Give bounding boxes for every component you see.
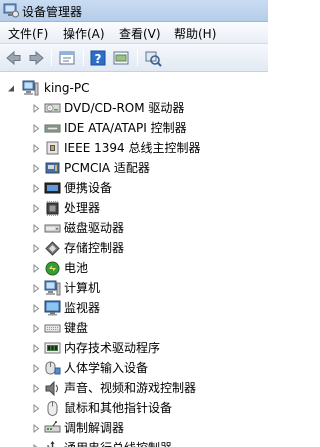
expand-arrow-icon[interactable] (32, 164, 40, 173)
tree-item-label: 电池 (64, 261, 89, 275)
tree-root[interactable]: king-PC (0, 78, 268, 98)
pcmcia-icon (45, 162, 60, 174)
tree-item[interactable]: 声音、视频和游戏控制器 (0, 378, 268, 398)
tree-item[interactable]: 磁盘驱动器 (0, 218, 268, 238)
monitor-icon (44, 300, 61, 316)
tree-item-label: 通用串行总线控制器 (64, 440, 172, 447)
computer-icon (22, 80, 39, 96)
expand-arrow-icon[interactable] (32, 324, 40, 333)
expand-arrow-icon[interactable] (32, 304, 40, 313)
tree-item-label: IDE ATA/ATAPI 控制器 (64, 121, 187, 135)
processor-icon (46, 201, 59, 216)
modem-icon (44, 421, 61, 433)
tree-item-label: 存储控制器 (64, 241, 125, 255)
tree-item-label: 便携设备 (64, 181, 113, 195)
tree-item[interactable]: 通用串行总线控制器 (0, 438, 268, 447)
expand-arrow-icon[interactable] (32, 224, 40, 233)
computer-icon (44, 280, 61, 296)
ide-controller-icon (44, 124, 61, 133)
scan-hardware-icon[interactable] (143, 48, 163, 68)
tree-item-label: 鼠标和其他指针设备 (64, 401, 173, 415)
hid-icon (45, 361, 61, 375)
keyboard-icon (44, 324, 61, 333)
expand-arrow-icon[interactable] (32, 204, 40, 213)
menu-action[interactable]: 操作(A) (63, 25, 105, 42)
expand-arrow-icon[interactable] (32, 244, 40, 253)
expand-arrow-icon[interactable] (32, 124, 40, 133)
toolbar-separator (51, 50, 52, 66)
expand-arrow-icon[interactable] (32, 104, 40, 113)
menu-help[interactable]: 帮助(H) (174, 25, 216, 42)
tree-item-label: 监视器 (64, 301, 101, 315)
expand-arrow-icon[interactable] (32, 404, 40, 413)
update-driver-icon[interactable] (111, 48, 131, 68)
tree-item-label: 键盘 (64, 321, 89, 335)
tree-item-label: 计算机 (64, 281, 101, 295)
tree-item[interactable]: PCMCIA 适配器 (0, 158, 268, 178)
menu-bar: 文件(F) 操作(A) 查看(V) 帮助(H) (0, 22, 268, 44)
disk-drive-icon (44, 224, 61, 233)
tree-item[interactable]: 便携设备 (0, 178, 268, 198)
expand-arrow-icon[interactable] (32, 264, 40, 273)
tree-item-label: PCMCIA 适配器 (64, 161, 150, 175)
expand-arrow-icon[interactable] (32, 144, 40, 153)
collapse-arrow-icon[interactable] (7, 84, 15, 93)
toolbar: ? (0, 44, 268, 72)
back-arrow-icon[interactable] (4, 48, 24, 68)
expand-arrow-icon[interactable] (32, 184, 40, 193)
help-icon[interactable]: ? (88, 48, 108, 68)
tree-item-label: 声音、视频和游戏控制器 (64, 381, 197, 395)
firewire-icon (46, 141, 59, 155)
expand-arrow-icon[interactable] (32, 364, 40, 373)
tree-item-label: 人体学输入设备 (64, 361, 149, 375)
dvd-drive-icon (44, 103, 61, 113)
svg-text:?: ? (95, 52, 102, 66)
sound-icon (45, 380, 58, 396)
tree-item-label: 处理器 (64, 201, 101, 215)
expand-arrow-icon[interactable] (32, 344, 40, 353)
memory-technology-icon (44, 342, 61, 354)
expand-arrow-icon[interactable] (32, 284, 40, 293)
menu-file[interactable]: 文件(F) (8, 25, 48, 42)
tree-item-label: 磁盘驱动器 (64, 221, 125, 235)
properties-icon[interactable] (57, 48, 77, 68)
tree-item-label: IEEE 1394 总线主控制器 (64, 141, 201, 155)
toolbar-separator (137, 50, 138, 66)
title-bar[interactable]: 设备管理器 (0, 0, 268, 22)
tree-item[interactable]: IEEE 1394 总线主控制器 (0, 138, 268, 158)
device-manager-icon (3, 3, 19, 18)
tree-item[interactable]: 计算机 (0, 278, 268, 298)
tree-item[interactable]: 存储控制器 (0, 238, 268, 258)
tree-item[interactable]: 人体学输入设备 (0, 358, 268, 378)
expand-arrow-icon[interactable] (32, 424, 40, 433)
expand-arrow-icon[interactable] (32, 384, 40, 393)
forward-arrow-icon[interactable] (26, 48, 46, 68)
mouse-icon (47, 401, 58, 416)
toolbar-separator (83, 50, 84, 66)
tree-item-label: DVD/CD-ROM 驱动器 (64, 101, 185, 115)
tree-item[interactable]: 鼠标和其他指针设备 (0, 398, 268, 418)
tree-root-label: king-PC (44, 81, 90, 95)
tree-item[interactable]: 键盘 (0, 318, 268, 338)
device-tree: king-PC DVD/CD-ROM 驱动器 IDE ATA/ATAPI 控制器 I… (0, 73, 268, 447)
tree-item[interactable]: DVD/CD-ROM 驱动器 (0, 98, 268, 118)
tree-item-label: 调制解调器 (64, 421, 125, 435)
tree-item-label: 内存技术驱动程序 (64, 341, 161, 355)
tree-item[interactable]: 内存技术驱动程序 (0, 338, 268, 358)
tree-item[interactable]: 处理器 (0, 198, 268, 218)
storage-controller-icon (45, 241, 60, 256)
usb-icon (47, 441, 55, 447)
battery-icon (45, 261, 60, 276)
tree-item[interactable]: 监视器 (0, 298, 268, 318)
portable-device-icon (44, 182, 61, 194)
tree-item[interactable]: 调制解调器 (0, 418, 268, 438)
tree-item[interactable]: 电池 (0, 258, 268, 278)
tree-item[interactable]: IDE ATA/ATAPI 控制器 (0, 118, 268, 138)
window-title: 设备管理器 (22, 5, 83, 19)
menu-view[interactable]: 查看(V) (119, 25, 161, 42)
